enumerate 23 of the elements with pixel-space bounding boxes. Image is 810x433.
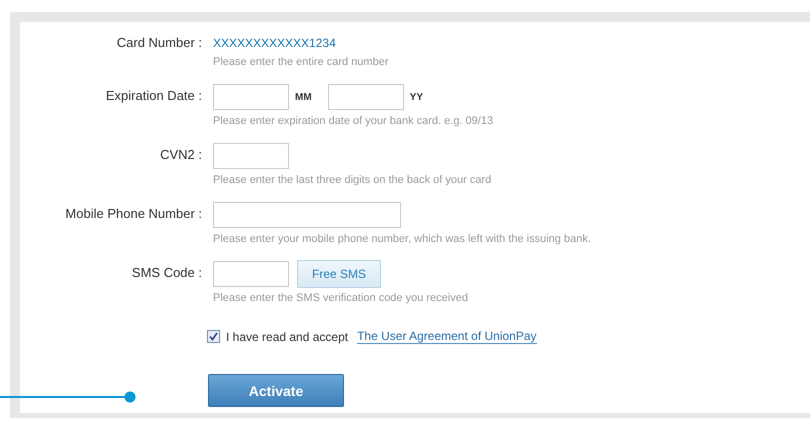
field-label: Card Number : (116, 34, 202, 52)
input-field[interactable] (213, 143, 289, 169)
agreement-text: I have read and accept (226, 330, 348, 344)
field-label: Mobile Phone Number : (64, 205, 202, 223)
agreement-link[interactable]: The User Agreement of UnionPay (357, 329, 537, 344)
field-hint: Please enter expiration date of your bank card. e.g. 09/13 (213, 114, 494, 129)
field-hint: Please enter your mobile phone number, which was left with the issuing bank. (213, 232, 592, 247)
field-hint: Please enter the entire card number (213, 55, 390, 70)
activate-button[interactable]: Activate (208, 374, 344, 407)
input-field[interactable] (213, 202, 401, 228)
input-field[interactable] (213, 84, 289, 110)
checkbox[interactable] (207, 330, 220, 343)
input-field[interactable] (328, 84, 404, 110)
unit-label: MM (295, 92, 312, 102)
field-hint: Please enter the last three digits on the back of your card (213, 173, 492, 188)
field-label: CVN2 : (159, 146, 202, 164)
unit-label: YY (410, 92, 424, 102)
card-number: XXXXXXXXXXXX1234 (213, 35, 336, 52)
field-label: SMS Code : (130, 264, 202, 282)
input-field[interactable] (213, 261, 289, 287)
field-label: Expiration Date : (104, 87, 202, 105)
free-sms-button[interactable]: Free SMS (297, 260, 382, 288)
field-hint: Please enter the SMS verification code you received (213, 291, 469, 306)
